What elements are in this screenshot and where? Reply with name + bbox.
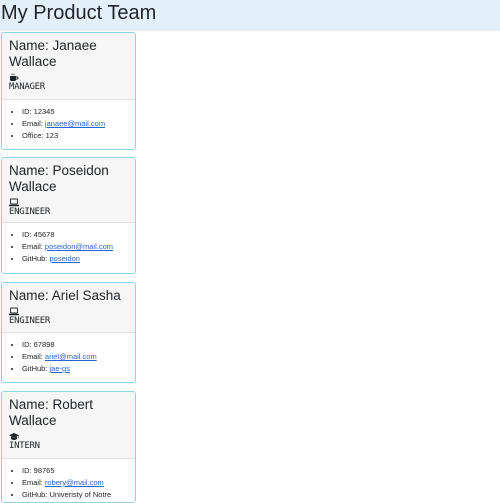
id-label: ID: [22, 107, 34, 116]
id-value: 45678 [33, 230, 55, 239]
details-list: ID: 98765 Email: robery@mail.com GitHub:… [8, 465, 129, 501]
email-label: Email: [22, 242, 45, 251]
role-row: Manager [9, 73, 129, 92]
employee-name: Name: Poseidon Wallace [9, 163, 109, 194]
card-header: Name: Janaee Wallace Manager [2, 33, 135, 100]
github-label: GitHub: [22, 364, 50, 373]
email-link[interactable]: poseidon@mail.com [45, 242, 113, 251]
laptop-icon [9, 198, 19, 207]
office-value: 123 [45, 131, 59, 140]
email-item: Email: janaee@mail.com [22, 118, 129, 130]
employee-card: Name: Janaee Wallace Manager ID: 12345 E… [1, 32, 136, 150]
office-item: Office: 123 [22, 130, 129, 142]
github-label: GitHub: [22, 254, 50, 263]
employee-card: Name: Poseidon Wallace Engineer ID: 4567… [1, 157, 136, 274]
card-body: ID: 45678 Email: poseidon@mail.com GitHu… [2, 223, 135, 269]
school-value: Univeristy of Notre [49, 490, 112, 499]
role-row: Engineer [9, 198, 129, 217]
email-item: Email: poseidon@mail.com [22, 241, 129, 253]
email-label: Email: [22, 119, 45, 128]
email-item: Email: robery@mail.com [22, 477, 129, 489]
page-header: My Product Team [0, 0, 500, 31]
email-label: Email: [22, 352, 45, 361]
role-row: Intern [9, 432, 129, 451]
email-label: Email: [22, 478, 45, 487]
laptop-icon [9, 307, 19, 316]
github-link[interactable]: poseidon [50, 254, 80, 263]
email-link[interactable]: ariel@mail.com [45, 352, 97, 361]
role-title: Manager [9, 82, 45, 92]
id-value: 98765 [33, 466, 55, 475]
role-title: Engineer [9, 316, 50, 326]
email-link[interactable]: janaee@mail.com [45, 119, 105, 128]
coffee-cup-icon [10, 73, 19, 81]
employee-name: Name: Robert Wallace [9, 397, 94, 428]
email-link[interactable]: robery@mail.com [45, 478, 104, 487]
card-body: ID: 67898 Email: ariel@mail.com GitHub: … [2, 333, 135, 379]
id-item: ID: 67898 [22, 339, 129, 351]
github-link[interactable]: jae-gs [50, 364, 70, 373]
github-item: GitHub: jae-gs [22, 363, 129, 375]
github-item: GitHub: poseidon [22, 253, 129, 265]
school-label: GitHub: [22, 490, 50, 499]
card-header: Name: Poseidon Wallace Engineer [2, 158, 135, 223]
employee-card: Name: Ariel Sasha Engineer ID: 67898 Ema… [1, 282, 136, 383]
graduation-cap-icon [9, 433, 19, 440]
details-list: ID: 45678 Email: poseidon@mail.com GitHu… [8, 229, 129, 265]
role-row: Engineer [9, 307, 129, 326]
id-label: ID: [22, 230, 34, 239]
id-item: ID: 98765 [22, 465, 129, 477]
id-item: ID: 45678 [22, 229, 129, 241]
employee-name: Name: Janaee Wallace [9, 38, 97, 69]
card-body: ID: 98765 Email: robery@mail.com GitHub:… [2, 459, 135, 502]
role-title: Intern [9, 441, 40, 451]
id-value: 67898 [33, 340, 55, 349]
office-label: Office: [22, 131, 46, 140]
card-header: Name: Robert Wallace Intern [2, 392, 135, 459]
details-list: ID: 12345 Email: janaee@mail.com Office:… [8, 106, 129, 142]
details-list: ID: 67898 Email: ariel@mail.com GitHub: … [8, 339, 129, 375]
email-item: Email: ariel@mail.com [22, 351, 129, 363]
id-item: ID: 12345 [22, 106, 129, 118]
school-item: GitHub: Univeristy of Notre [22, 489, 129, 501]
id-label: ID: [22, 466, 34, 475]
id-label: ID: [22, 340, 34, 349]
employee-name: Name: Ariel Sasha [9, 288, 121, 303]
card-body: ID: 12345 Email: janaee@mail.com Office:… [2, 100, 135, 146]
page-title: My Product Team [1, 2, 157, 24]
card-header: Name: Ariel Sasha Engineer [2, 283, 135, 333]
employee-card: Name: Robert Wallace Intern ID: 98765 Em… [1, 391, 136, 503]
id-value: 12345 [33, 107, 55, 116]
role-title: Engineer [9, 207, 50, 217]
